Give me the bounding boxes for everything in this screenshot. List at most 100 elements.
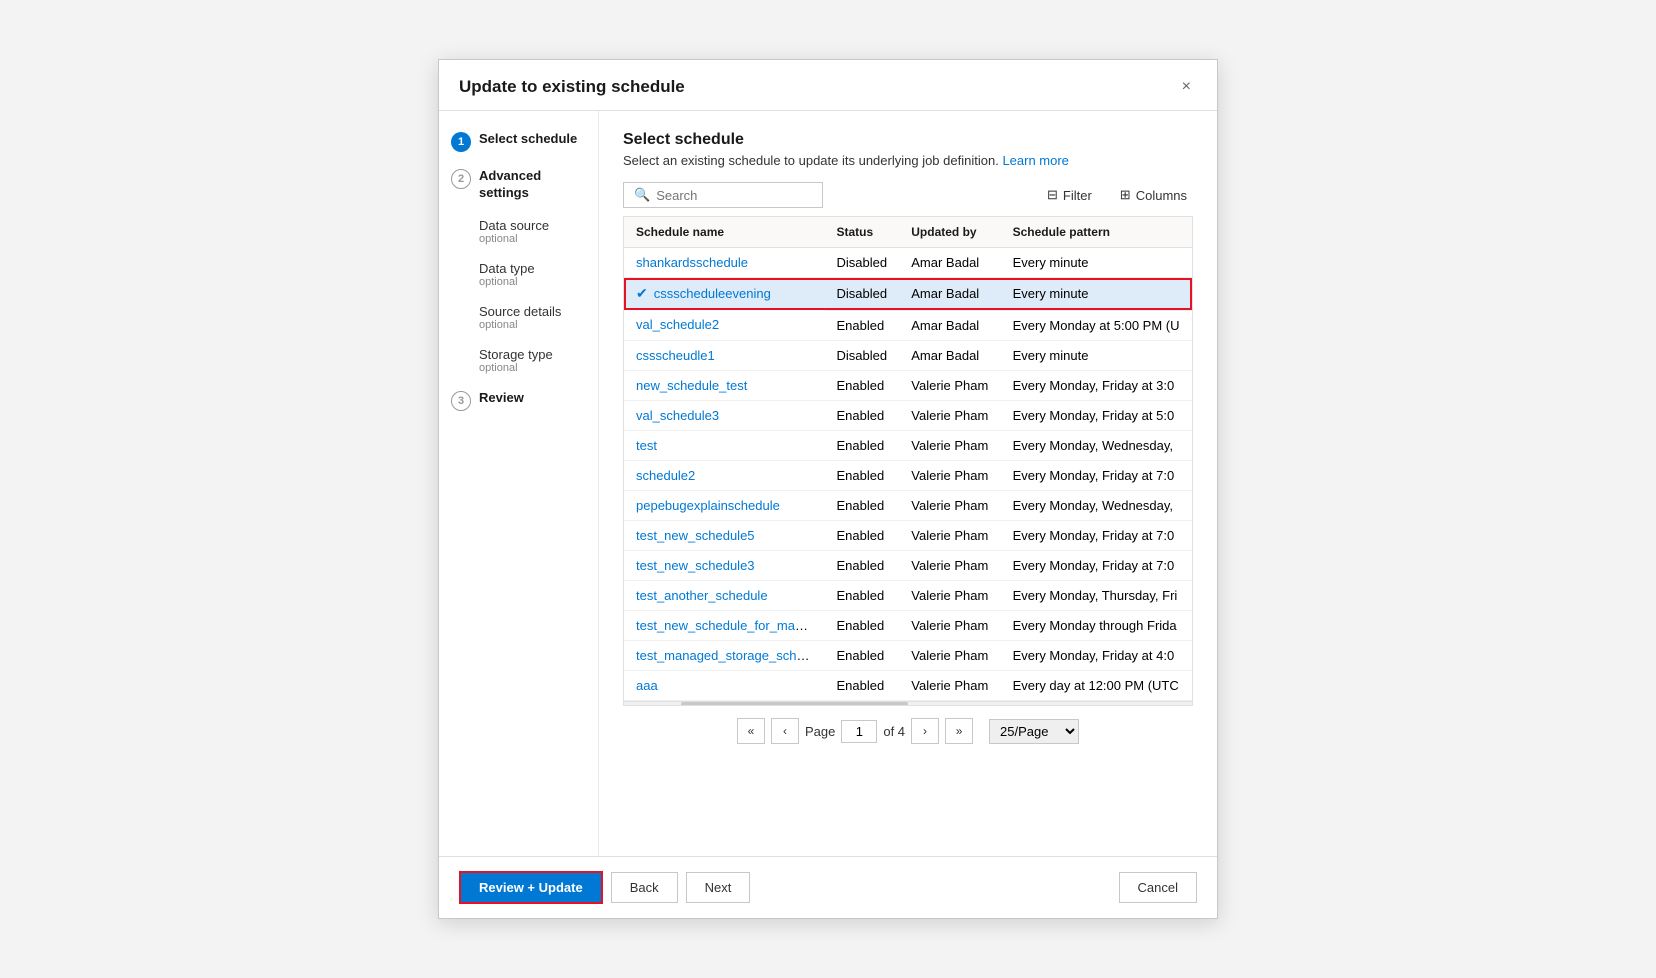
cancel-button[interactable]: Cancel [1119,872,1197,903]
cell-schedule-name[interactable]: new_schedule_test [624,370,825,400]
cell-status: Enabled [825,400,900,430]
table-row[interactable]: test_new_schedule_for_manage...EnabledVa… [624,610,1192,640]
search-input[interactable] [656,188,812,203]
datatype-sub: optional [479,276,586,288]
cell-status: Enabled [825,310,900,340]
cell-schedule-name[interactable]: test_new_schedule_for_manage... [624,610,825,640]
table-row[interactable]: test_another_scheduleEnabledValerie Pham… [624,580,1192,610]
schedule-name-link[interactable]: new_schedule_test [636,378,747,393]
schedule-name-link[interactable]: pepebugexplainschedule [636,498,780,513]
table-row[interactable]: shankardsscheduleDisabledAmar BadalEvery… [624,248,1192,278]
schedule-name-link[interactable]: test [636,438,657,453]
schedule-name-link[interactable]: val_schedule2 [636,317,719,332]
sidebar-item-storagetype: Storage type optional [451,347,586,374]
schedule-name-link[interactable]: shankardsschedule [636,255,748,270]
cell-status: Disabled [825,340,900,370]
cell-schedule-name[interactable]: shankardsschedule [624,248,825,278]
col-header-pattern: Schedule pattern [1001,217,1192,248]
table-row[interactable]: aaaEnabledValerie PhamEvery day at 12:00… [624,670,1192,700]
table-row[interactable]: val_schedule3EnabledValerie PhamEvery Mo… [624,400,1192,430]
cell-schedule-pattern: Every minute [1001,278,1192,311]
sourcedetails-label: Source details [479,304,586,319]
cell-status: Enabled [825,520,900,550]
cell-updated-by: Valerie Pham [899,460,1000,490]
schedule-name-link[interactable]: test_another_schedule [636,588,768,603]
table-row[interactable]: schedule2EnabledValerie PhamEvery Monday… [624,460,1192,490]
schedule-name-link[interactable]: test_new_schedule3 [636,558,755,573]
datasource-label: Data source [479,218,586,233]
schedule-name-link[interactable]: val_schedule3 [636,408,719,423]
cell-schedule-name[interactable]: aaa [624,670,825,700]
schedule-name-link[interactable]: test_new_schedule_for_manage... [636,618,825,633]
first-page-button[interactable]: « [737,718,765,744]
learn-more-link[interactable]: Learn more [1002,153,1068,168]
table-row[interactable]: ✔cssscheduleeveningDisabledAmar BadalEve… [624,278,1192,311]
cell-schedule-name[interactable]: pepebugexplainschedule [624,490,825,520]
cell-updated-by: Valerie Pham [899,550,1000,580]
cell-schedule-name[interactable]: test_another_schedule [624,580,825,610]
cell-schedule-name[interactable]: test_managed_storage_schedule [624,640,825,670]
back-button[interactable]: Back [611,872,678,903]
cell-updated-by: Amar Badal [899,310,1000,340]
prev-page-button[interactable]: ‹ [771,718,799,744]
cell-schedule-name[interactable]: ✔ cssscheduleevening [624,278,824,310]
step-2-number: 2 [451,169,471,189]
selected-check-icon: ✔ [636,285,648,302]
cell-schedule-name[interactable]: schedule2 [624,460,825,490]
horizontal-scrollbar[interactable] [624,701,1192,707]
cell-schedule-name[interactable]: val_schedule2 [624,310,825,340]
cell-schedule-name[interactable]: test [624,430,825,460]
cell-updated-by: Valerie Pham [899,520,1000,550]
table-row[interactable]: test_new_schedule5 EnabledValerie PhamEve… [624,520,1192,550]
cell-schedule-pattern: Every Monday, Friday at 7:0 [1001,520,1192,550]
close-button[interactable]: × [1176,76,1197,98]
dialog-header: Update to existing schedule × [439,60,1217,111]
columns-button[interactable]: ⊞ Columns [1114,183,1193,207]
table-row[interactable]: cssscheudle1DisabledAmar BadalEvery minu… [624,340,1192,370]
schedule-name-link[interactable]: aaa [636,678,658,693]
table-row[interactable]: new_schedule_testEnabledValerie PhamEver… [624,370,1192,400]
filter-button[interactable]: ⊟ Filter [1041,183,1098,207]
next-button[interactable]: Next [686,872,751,903]
schedule-table: Schedule name Status Updated by Schedule… [624,217,1192,701]
cell-schedule-pattern: Every minute [1001,340,1192,370]
schedule-name-link[interactable]: cssscheduleevening [654,286,771,301]
page-input[interactable] [841,720,877,743]
cell-schedule-pattern: Every Monday through Frida [1001,610,1192,640]
cell-schedule-pattern: Every Monday, Thursday, Fri [1001,580,1192,610]
schedule-name-link[interactable]: cssscheudle1 [636,348,715,363]
sidebar-step-2[interactable]: 2 Advanced settings [451,168,586,202]
schedule-name-link[interactable]: schedule2 [636,468,695,483]
schedule-name-link[interactable]: test_managed_storage_schedule [636,648,825,663]
cell-updated-by: Valerie Pham [899,640,1000,670]
review-update-button[interactable]: Review + Update [459,871,603,904]
cell-status: Enabled [825,430,900,460]
table-row[interactable]: test_managed_storage_scheduleEnabledVale… [624,640,1192,670]
search-box[interactable]: 🔍 [623,182,823,208]
search-icon: 🔍 [634,187,650,203]
cell-schedule-pattern: Every Monday, Friday at 7:0 [1001,550,1192,580]
table-row[interactable]: test_new_schedule3EnabledValerie PhamEve… [624,550,1192,580]
per-page-select[interactable]: 25/Page 50/Page 100/Page [989,719,1079,744]
sidebar-step-1[interactable]: 1 Select schedule [451,131,586,152]
table-row[interactable]: testEnabledValerie PhamEvery Monday, Wed… [624,430,1192,460]
sidebar: 1 Select schedule 2 Advanced settings Da… [439,111,599,856]
table-row[interactable]: val_schedule2EnabledAmar BadalEvery Mond… [624,310,1192,340]
table-toolbar: 🔍 ⊟ Filter ⊞ Columns [623,182,1193,208]
section-title: Select schedule [623,131,1193,149]
cell-updated-by: Valerie Pham [899,490,1000,520]
cell-schedule-name[interactable]: cssscheudle1 [624,340,825,370]
table-header-row: Schedule name Status Updated by Schedule… [624,217,1192,248]
schedule-name-link[interactable]: test_new_schedule5 [636,528,755,543]
last-page-button[interactable]: » [945,718,973,744]
next-page-button[interactable]: › [911,718,939,744]
cell-schedule-name[interactable]: test_new_schedule3 [624,550,825,580]
cell-schedule-pattern: Every Monday, Friday at 3:0 [1001,370,1192,400]
table-row[interactable]: pepebugexplainscheduleEnabledValerie Pha… [624,490,1192,520]
datatype-label: Data type [479,261,586,276]
storagetype-label: Storage type [479,347,586,362]
col-header-status: Status [825,217,900,248]
sidebar-step-3[interactable]: 3 Review [451,390,586,411]
cell-schedule-name[interactable]: test_new_schedule5 [624,520,825,550]
cell-schedule-name[interactable]: val_schedule3 [624,400,825,430]
